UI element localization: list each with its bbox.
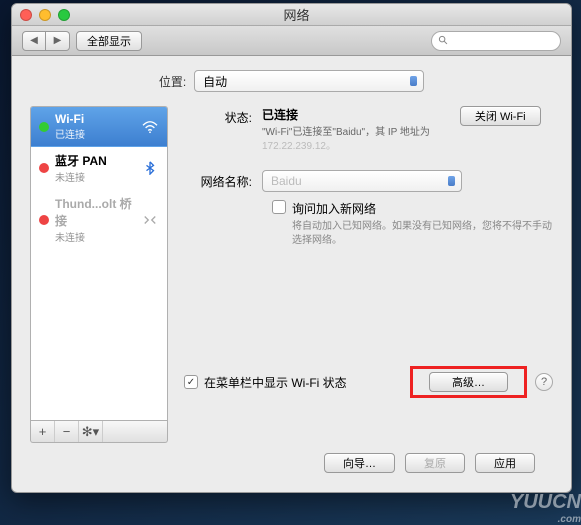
location-row: 位置: 自动	[30, 70, 553, 92]
network-prefs-window: 网络 ◀ ▶ 全部显示 位置: 自动 Wi-Fi	[11, 3, 572, 493]
sidebar: Wi-Fi 已连接 蓝牙 PAN 未连接	[30, 106, 168, 443]
apply-button[interactable]: 应用	[475, 453, 535, 473]
assist-button[interactable]: 向导…	[324, 453, 395, 473]
action-button[interactable]: ✻▾	[79, 421, 103, 442]
remove-button[interactable]: −	[55, 421, 79, 442]
ask-join-row: 询问加入新网络	[272, 200, 553, 217]
sidebar-item-bridge[interactable]: Thund...olt 桥接 未连接	[31, 190, 167, 250]
search-input[interactable]	[431, 31, 561, 51]
nav-buttons: ◀ ▶	[22, 31, 70, 51]
detail-panel: 状态: 已连接 "Wi-Fi"已连接至"Baidu"，其 IP 地址为 172.…	[184, 106, 553, 443]
help-button[interactable]: ?	[535, 373, 553, 391]
titlebar[interactable]: 网络	[12, 4, 571, 26]
window-title: 网络	[30, 5, 563, 24]
menubar-checkbox[interactable]: ✓	[184, 375, 198, 389]
ask-join-checkbox[interactable]	[272, 200, 286, 214]
revert-button[interactable]: 复原	[405, 453, 465, 473]
add-button[interactable]: +	[31, 421, 55, 442]
list-toolbar: + − ✻▾	[30, 421, 168, 443]
network-name-row: 网络名称: Baidu	[184, 170, 553, 192]
location-select[interactable]: 自动	[194, 70, 424, 92]
forward-button[interactable]: ▶	[46, 31, 70, 51]
footer: 向导… 复原 应用	[30, 443, 553, 473]
status-dot-icon	[39, 122, 49, 132]
wifi-toggle-button[interactable]: 关闭 Wi-Fi	[460, 106, 541, 126]
advanced-button[interactable]: 高级…	[429, 372, 508, 392]
back-button[interactable]: ◀	[22, 31, 46, 51]
interface-list[interactable]: Wi-Fi 已连接 蓝牙 PAN 未连接	[30, 106, 168, 421]
search-icon	[438, 35, 449, 46]
sidebar-item-bluetooth[interactable]: 蓝牙 PAN 未连接	[31, 147, 167, 190]
bottom-row: ✓ 在菜单栏中显示 Wi-Fi 状态 高级… ?	[184, 366, 553, 398]
status-dot-icon	[39, 215, 49, 225]
bridge-icon	[141, 213, 159, 227]
location-label: 位置:	[159, 73, 186, 90]
watermark: YUUCN .com	[510, 491, 581, 525]
main-area: Wi-Fi 已连接 蓝牙 PAN 未连接	[30, 106, 553, 443]
sidebar-item-wifi[interactable]: Wi-Fi 已连接	[31, 107, 167, 147]
status-row: 状态: 已连接 "Wi-Fi"已连接至"Baidu"，其 IP 地址为 172.…	[184, 106, 553, 154]
network-select[interactable]: Baidu	[262, 170, 462, 192]
content-area: 位置: 自动 Wi-Fi 已连接	[12, 56, 571, 485]
ask-join-hint: 将自动加入已知网络。如果没有已知网络，您将不得不手动选择网络。	[292, 220, 553, 248]
show-all-button[interactable]: 全部显示	[76, 31, 142, 51]
bluetooth-icon	[141, 161, 159, 175]
status-dot-icon	[39, 163, 49, 173]
toolbar: ◀ ▶ 全部显示	[12, 26, 571, 56]
highlight-box: 高级…	[410, 366, 527, 398]
wifi-icon	[141, 120, 159, 134]
